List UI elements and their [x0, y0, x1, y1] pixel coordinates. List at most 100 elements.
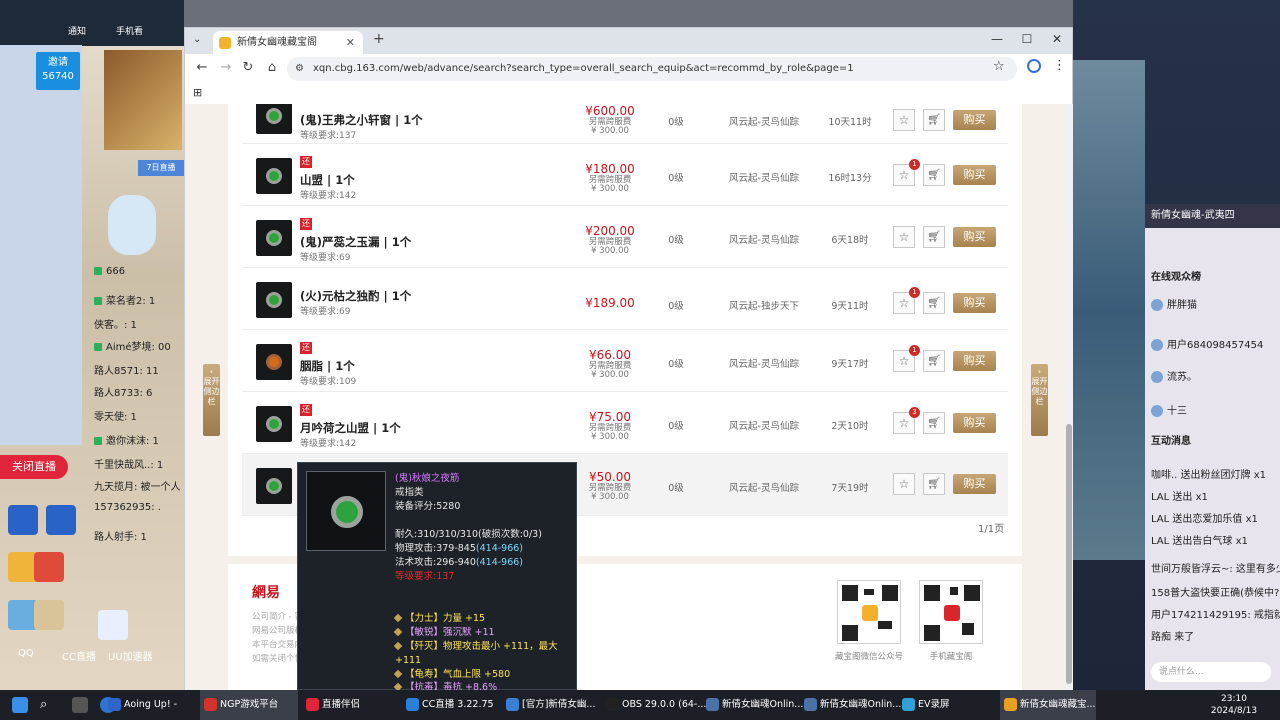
page-scrollbar[interactable] — [1065, 104, 1073, 690]
app-shortcut-icon[interactable] — [34, 552, 64, 582]
buy-button[interactable]: 购买 — [953, 110, 996, 130]
table-row[interactable]: 还 (鬼)严蕊之玉漏 | 1个 等级要求:69 ¥200.00 另需跨服费 ¥ … — [242, 206, 1008, 268]
favorite-button[interactable]: ☆ — [893, 226, 915, 248]
item-name[interactable]: 胭脂 | 1个 — [300, 358, 355, 374]
tab-active[interactable]: 新倩女幽魂藏宝阁 ✕ — [213, 31, 363, 54]
notify-label[interactable]: 通知 — [68, 24, 86, 37]
table-row[interactable]: 还 月吟荷之山盟 | 1个 等级要求:142 ¥75.00 另需跨服费 ¥ 30… — [242, 392, 1008, 454]
bookmark-star-icon[interactable]: ☆ — [993, 59, 1005, 74]
favorite-button[interactable]: ☆ — [893, 473, 915, 495]
add-cart-button[interactable]: 🛒︎ — [923, 164, 945, 186]
buy-button[interactable]: 购买 — [953, 227, 996, 247]
item-thumbnail[interactable] — [256, 344, 292, 380]
add-cart-button[interactable]: 🛒︎ — [923, 350, 945, 372]
add-cart-button[interactable]: 🛒︎ — [923, 226, 945, 248]
system-clock[interactable]: 23:10 2024/8/13 — [1200, 693, 1268, 717]
item-thumbnail[interactable] — [256, 104, 292, 134]
favorite-button[interactable]: ☆ 1 — [893, 287, 920, 314]
apps-grid-icon[interactable]: ⊞ — [193, 86, 202, 99]
footer-link[interactable]: 公司简介 - 客 — [252, 610, 303, 622]
buy-button[interactable]: 购买 — [953, 165, 996, 185]
app-shortcut-icon[interactable] — [34, 600, 64, 630]
taskbar-app[interactable]: 新倩女幽魂Onlin... — [800, 690, 901, 720]
task-view-icon[interactable] — [72, 697, 88, 713]
maximize-icon[interactable]: ☐ — [1012, 32, 1042, 46]
windows-start-icon[interactable] — [12, 697, 28, 713]
item-thumbnail[interactable] — [256, 158, 292, 194]
viewer-item[interactable]: 十三 — [1151, 402, 1187, 417]
item-name[interactable]: (鬼)王弗之小轩窗 | 1个 — [300, 112, 423, 128]
minimize-icon[interactable]: — — [982, 32, 1012, 46]
item-thumbnail[interactable] — [256, 282, 292, 318]
cc-label[interactable]: CC直播 — [62, 648, 96, 663]
buy-button[interactable]: 购买 — [953, 351, 996, 371]
tab-search-icon[interactable]: ⌄ — [193, 34, 201, 45]
close-icon[interactable]: ✕ — [346, 31, 355, 54]
viewer-item[interactable]: 用户684098457454 — [1151, 336, 1263, 351]
item-name[interactable]: 月吟荷之山盟 | 1个 — [300, 420, 401, 436]
more-menu-icon[interactable]: ⋮ — [1053, 58, 1066, 73]
item-thumbnail[interactable] — [256, 468, 292, 504]
close-window-icon[interactable]: ✕ — [1042, 32, 1072, 46]
favorite-button[interactable]: ☆ 1 — [893, 159, 920, 186]
favorite-button[interactable]: ☆ 3 — [893, 407, 920, 434]
fee-amount: ¥ 300.00 — [591, 370, 629, 380]
item-level: 等级要求:142 — [300, 439, 357, 449]
expand-sidebar-right[interactable]: › 展开侧边栏 — [1031, 364, 1048, 436]
taskbar-app[interactable]: 新倩女幽魂藏宝... — [1000, 690, 1096, 720]
viewer-item[interactable]: 胖胖猫 — [1151, 296, 1197, 311]
add-cart-button[interactable]: 🛒︎ — [923, 473, 945, 495]
reload-icon[interactable]: ↻ — [239, 60, 257, 75]
end-live-button[interactable]: 关闭直播 — [0, 455, 68, 479]
table-row[interactable]: (火)元枯之独酌 | 1个 等级要求:69 ¥189.00 0级 风云起-独步天… — [242, 268, 1008, 330]
qr-label: 手机藏宝阁 — [929, 652, 973, 662]
address-bar[interactable]: ⚙ xqn.cbg.163.com/web/advance/search?sea… — [287, 57, 1017, 81]
taskbar-app[interactable]: OBS 29.0.0 (64-... — [602, 690, 706, 720]
back-icon[interactable]: ← — [193, 60, 211, 75]
qq-label[interactable]: QQ — [18, 648, 34, 659]
scrollbar-thumb[interactable] — [1066, 424, 1072, 684]
item-name[interactable]: (鬼)严蕊之玉漏 | 1个 — [300, 234, 411, 250]
app-shortcut-icon[interactable] — [46, 505, 76, 535]
favorite-button[interactable]: ☆ — [893, 109, 915, 131]
item-name[interactable]: (火)元枯之独酌 | 1个 — [300, 288, 411, 304]
chat-input[interactable]: 说点什么... — [1151, 662, 1271, 682]
home-icon[interactable]: ⌂ — [263, 60, 281, 75]
buy-button[interactable]: 购买 — [953, 293, 996, 313]
item-thumbnail[interactable] — [256, 406, 292, 442]
table-row[interactable]: (鬼)王弗之小轩窗 | 1个 等级要求:137 ¥600.00 另需跨服费 ¥ … — [242, 104, 1008, 144]
taskbar-app[interactable]: [官方]新倩女幽... — [502, 690, 600, 720]
app-shortcut-icon[interactable] — [98, 610, 128, 640]
taskbar-app[interactable]: CC直播 3.22.75 — [402, 690, 500, 720]
netease-logo[interactable]: 網易 — [252, 582, 280, 602]
buy-button[interactable]: 购买 — [953, 474, 996, 494]
add-cart-button[interactable]: 🛒︎ — [923, 292, 945, 314]
item-name[interactable]: 山盟 | 1个 — [300, 172, 355, 188]
profile-icon[interactable] — [1027, 59, 1041, 73]
invite-button[interactable]: 邀请 56740 — [36, 52, 80, 90]
task-badge[interactable]: 7日直播 — [138, 160, 184, 176]
item-thumbnail[interactable] — [256, 220, 292, 256]
table-row[interactable]: 还 胭脂 | 1个 等级要求:109 ¥66.00 另需跨服费 ¥ 300.00… — [242, 330, 1008, 392]
expand-sidebar-left[interactable]: ‹ 展开侧边栏 — [203, 364, 220, 436]
search-icon[interactable]: ⌕ — [40, 697, 56, 713]
add-cart-button[interactable]: 🛒︎ — [923, 412, 945, 434]
favorite-button[interactable]: ☆ 1 — [893, 345, 920, 372]
app-shortcut-icon[interactable] — [8, 505, 38, 535]
pagination[interactable]: 1/1页 — [978, 520, 1004, 535]
new-tab-icon[interactable]: + — [373, 31, 385, 47]
taskbar-app[interactable]: NGP游戏平台 — [200, 690, 298, 720]
taskbar-app[interactable]: 直播伴侣 — [302, 690, 400, 720]
game-window-preview — [1073, 60, 1145, 560]
table-row[interactable]: 还 山盟 | 1个 等级要求:142 ¥180.00 另需跨服费 ¥ 300.0… — [242, 144, 1008, 206]
add-cart-button[interactable]: 🛒︎ — [923, 109, 945, 131]
site-info-icon[interactable]: ⚙ — [295, 63, 307, 75]
taskbar-app[interactable]: EV录屏 — [898, 690, 996, 720]
phone-label[interactable]: 手机看 — [116, 24, 143, 37]
taskbar-app[interactable]: 新倩女幽魂Onlin... — [702, 690, 803, 720]
forward-icon[interactable]: → — [217, 60, 235, 75]
uu-label[interactable]: UU加速器 — [108, 648, 153, 663]
buy-button[interactable]: 购买 — [953, 413, 996, 433]
taskbar-app[interactable]: Aoing Up! - — [104, 690, 196, 720]
viewer-item[interactable]: 流苏。 — [1151, 368, 1197, 383]
